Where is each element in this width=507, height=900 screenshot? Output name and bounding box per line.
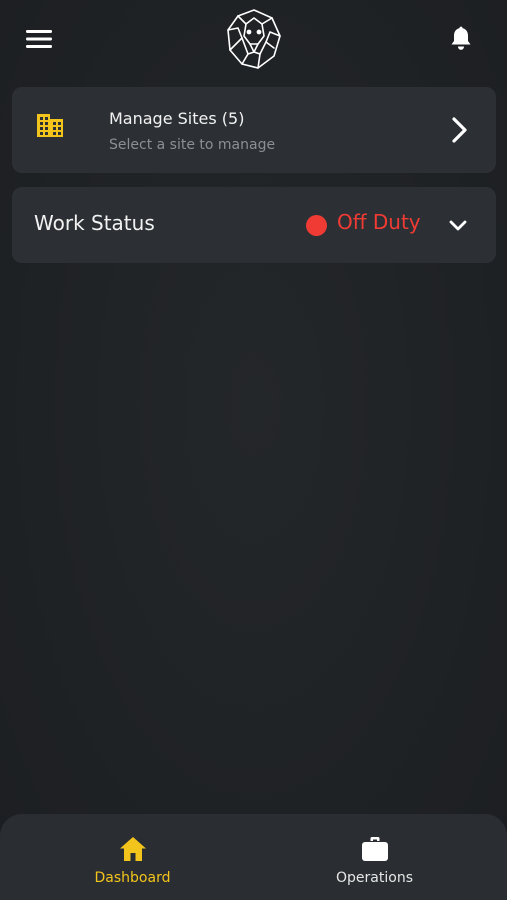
chevron-down-icon bbox=[449, 220, 467, 231]
hamburger-menu-icon bbox=[26, 30, 52, 48]
nav-item-operations[interactable]: Operations bbox=[248, 814, 501, 900]
work-status-dropdown[interactable]: Work Status Off Duty bbox=[12, 187, 496, 263]
notifications-button[interactable] bbox=[444, 22, 478, 56]
lion-logo-icon bbox=[227, 9, 281, 69]
briefcase-icon bbox=[362, 837, 388, 861]
nav-item-dashboard[interactable]: Dashboard bbox=[6, 814, 259, 900]
work-status-label: Work Status bbox=[34, 211, 155, 235]
menu-button[interactable] bbox=[22, 24, 56, 54]
status-indicator-dot bbox=[306, 215, 327, 236]
bottom-navigation: Dashboard Operations bbox=[0, 814, 507, 900]
building-icon bbox=[37, 114, 63, 137]
manage-sites-card[interactable]: Manage Sites (5) Select a site to manage bbox=[12, 87, 496, 173]
nav-label-operations: Operations bbox=[336, 870, 413, 886]
manage-sites-subtitle: Select a site to manage bbox=[109, 137, 276, 153]
manage-sites-title: Manage Sites (5) bbox=[109, 109, 245, 128]
work-status-value: Off Duty bbox=[337, 210, 421, 234]
bell-icon bbox=[451, 26, 471, 50]
home-icon bbox=[120, 837, 146, 861]
app-screen: Manage Sites (5) Select a site to manage… bbox=[0, 0, 507, 900]
top-bar bbox=[0, 0, 507, 80]
nav-label-dashboard: Dashboard bbox=[94, 870, 171, 886]
chevron-right-icon bbox=[452, 117, 467, 143]
